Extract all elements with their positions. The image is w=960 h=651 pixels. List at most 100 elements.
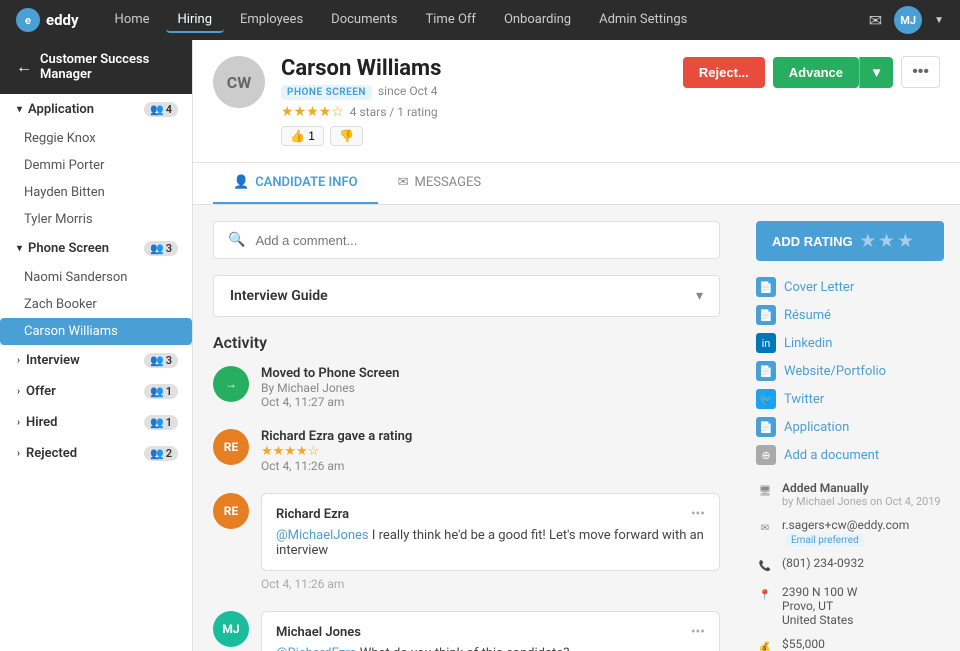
nav-home[interactable]: Home bbox=[103, 8, 162, 33]
twitter-icon: 🐦 bbox=[756, 389, 776, 409]
address-line2: Provo, UT bbox=[782, 599, 857, 613]
portfolio-icon: 📄 bbox=[756, 361, 776, 381]
sidebar-header[interactable]: ← Customer Success Manager bbox=[0, 40, 192, 94]
sidebar-stage-hired[interactable]: › Hired 👥 1 bbox=[0, 407, 192, 438]
meta-email-content: r.sagers+cw@eddy.com Email preferred bbox=[782, 518, 909, 546]
interview-guide[interactable]: Interview Guide ▾ bbox=[213, 275, 720, 317]
nav-timeoff[interactable]: Time Off bbox=[414, 8, 488, 33]
salary-icon: 💰 bbox=[756, 638, 774, 651]
candidate-naomi-sanderson[interactable]: Naomi Sanderson bbox=[0, 264, 192, 291]
mail-icon[interactable]: ✉ bbox=[869, 11, 882, 30]
doc-link-linkedin[interactable]: in Linkedin bbox=[756, 333, 944, 353]
meta-email: ✉ r.sagers+cw@eddy.com Email preferred bbox=[756, 518, 944, 546]
candidate-reggie-knox[interactable]: Reggie Knox bbox=[0, 125, 192, 152]
thumbs-down-button[interactable]: 👎 bbox=[330, 126, 363, 146]
location-icon: 📍 bbox=[756, 586, 774, 604]
candidate-tyler-morris[interactable]: Tyler Morris bbox=[0, 206, 192, 233]
activity-rating-stars: ★★★★☆ bbox=[261, 444, 720, 459]
add-rating-button[interactable]: ADD RATING ★ ★ ★ bbox=[756, 221, 944, 261]
people-icon-offer: 👥 bbox=[150, 385, 164, 398]
activity-comment-text-re: @MichaelJones I really think he'd be a g… bbox=[276, 528, 705, 558]
advance-dropdown-button[interactable]: ▼ bbox=[859, 57, 893, 88]
activity-content-mj: Michael Jones ••• @RichardEzra What do y… bbox=[261, 611, 720, 651]
stage-offer-label: Offer bbox=[26, 384, 56, 399]
sidebar-stage-interview[interactable]: › Interview 👥 3 bbox=[0, 345, 192, 376]
people-icon-phone: 👥 bbox=[150, 242, 164, 255]
cover-letter-icon: 📄 bbox=[756, 277, 776, 297]
resume-icon: 📄 bbox=[756, 305, 776, 325]
address-line3: United States bbox=[782, 613, 857, 627]
back-arrow-icon[interactable]: ← bbox=[16, 57, 32, 77]
activity-comment-header-mj: Michael Jones ••• bbox=[276, 624, 705, 640]
tabs: 👤 CANDIDATE INFO ✉ MESSAGES bbox=[193, 163, 960, 205]
activity-rating-title: Richard Ezra gave a rating bbox=[261, 429, 720, 444]
doc-link-cover-letter[interactable]: 📄 Cover Letter bbox=[756, 277, 944, 297]
doc-link-resume[interactable]: 📄 Résumé bbox=[756, 305, 944, 325]
thumbs-up-button[interactable]: 👍 1 bbox=[281, 126, 324, 146]
candidate-zach-booker[interactable]: Zach Booker bbox=[0, 291, 192, 318]
nav-onboarding[interactable]: Onboarding bbox=[492, 8, 583, 33]
people-icon-rejected: 👥 bbox=[150, 447, 164, 460]
stars-row: ★★★★☆ 4 stars / 1 rating bbox=[281, 104, 667, 120]
top-nav: e eddy Home Hiring Employees Documents T… bbox=[0, 0, 960, 40]
main-panel: 🔍 Interview Guide ▾ Activity → Moved to bbox=[193, 205, 740, 651]
tab-messages[interactable]: ✉ MESSAGES bbox=[378, 163, 501, 204]
nav-right: ✉ MJ ▼ bbox=[869, 6, 944, 34]
stage-arrow-icon: ▾ bbox=[17, 104, 22, 115]
mention-michael: @MichaelJones bbox=[276, 528, 369, 543]
nav-admin[interactable]: Admin Settings bbox=[587, 8, 699, 33]
doc-link-application[interactable]: 📄 Application bbox=[756, 417, 944, 437]
comment-more-options-mj[interactable]: ••• bbox=[691, 624, 705, 640]
stars-display: ★★★★☆ bbox=[281, 104, 344, 120]
chevron-down-icon: ▾ bbox=[696, 288, 703, 304]
meta-phone: 📞 (801) 234-0932 bbox=[756, 556, 944, 575]
chevron-down-icon[interactable]: ▼ bbox=[934, 15, 944, 26]
activity-item-rating: RE Richard Ezra gave a rating ★★★★☆ Oct … bbox=[213, 429, 720, 473]
nav-hiring[interactable]: Hiring bbox=[166, 8, 224, 33]
candidate-header: CW Carson Williams PHONE SCREEN since Oc… bbox=[193, 40, 960, 163]
added-by-detail: by Michael Jones on Oct 4, 2019 bbox=[782, 495, 941, 508]
doc-link-add-document[interactable]: ⊕ Add a document bbox=[756, 445, 944, 465]
comment-more-options-re[interactable]: ••• bbox=[691, 506, 705, 522]
activity-content-rating: Richard Ezra gave a rating ★★★★☆ Oct 4, … bbox=[261, 429, 720, 473]
advance-button[interactable]: Advance bbox=[773, 57, 859, 88]
candidate-carson-williams[interactable]: Carson Williams bbox=[0, 318, 192, 345]
sidebar-stage-offer[interactable]: › Offer 👥 1 bbox=[0, 376, 192, 407]
logo[interactable]: e eddy bbox=[16, 8, 79, 32]
tab-candidate-info[interactable]: 👤 CANDIDATE INFO bbox=[213, 163, 378, 204]
comment-input[interactable] bbox=[255, 233, 705, 248]
doc-link-portfolio[interactable]: 📄 Website/Portfolio bbox=[756, 361, 944, 381]
activity-item-comment-re: RE Richard Ezra ••• @MichaelJones I real… bbox=[213, 493, 720, 591]
stage-interview-label: Interview bbox=[26, 353, 80, 368]
activity-content-re-comment: Richard Ezra ••• @MichaelJones I really … bbox=[261, 493, 720, 591]
activity-comment-box-re: Richard Ezra ••• @MichaelJones I really … bbox=[261, 493, 720, 571]
stage-arrow-hired-icon: › bbox=[17, 417, 20, 428]
user-avatar[interactable]: MJ bbox=[894, 6, 922, 34]
activity-avatar-re-comment: RE bbox=[213, 493, 249, 529]
nav-documents[interactable]: Documents bbox=[319, 8, 409, 33]
sidebar-stage-phone-screen[interactable]: ▾ Phone Screen 👥 3 bbox=[0, 233, 192, 264]
activity-avatar-re-rating: RE bbox=[213, 429, 249, 465]
activity-item-moved: → Moved to Phone Screen By Michael Jones… bbox=[213, 366, 720, 409]
activity-avatar-system: → bbox=[213, 366, 249, 402]
activity-comment-author-mj: Michael Jones bbox=[276, 625, 361, 640]
activity-comment-text-mj: @RichardEzra What do you think of this c… bbox=[276, 646, 705, 651]
stage-hired-label: Hired bbox=[26, 415, 57, 430]
sidebar-stage-rejected[interactable]: › Rejected 👥 2 bbox=[0, 438, 192, 469]
doc-link-twitter[interactable]: 🐦 Twitter bbox=[756, 389, 944, 409]
app-name: eddy bbox=[46, 11, 79, 29]
sidebar-stage-application[interactable]: ▾ Application 👥 4 bbox=[0, 94, 192, 125]
stage-phone-screen-label: Phone Screen bbox=[28, 241, 109, 256]
nav-employees[interactable]: Employees bbox=[228, 8, 315, 33]
advance-group: Advance ▼ bbox=[773, 57, 893, 88]
candidate-hayden-bitten[interactable]: Hayden Bitten bbox=[0, 179, 192, 206]
meta-added-info: Added Manually by Michael Jones on Oct 4… bbox=[782, 481, 941, 508]
salary-amount: $55,000 bbox=[782, 637, 825, 651]
activity-rating-time: Oct 4, 11:26 am bbox=[261, 459, 720, 473]
candidate-demmi-porter[interactable]: Demmi Porter bbox=[0, 152, 192, 179]
candidate-meta: 🖥 Added Manually by Michael Jones on Oct… bbox=[756, 481, 944, 651]
meta-added-manually: 🖥 Added Manually by Michael Jones on Oct… bbox=[756, 481, 944, 508]
reject-button[interactable]: Reject... bbox=[683, 57, 765, 88]
stage-hired-count: 👥 1 bbox=[144, 415, 178, 430]
more-options-button[interactable]: ••• bbox=[901, 56, 940, 88]
